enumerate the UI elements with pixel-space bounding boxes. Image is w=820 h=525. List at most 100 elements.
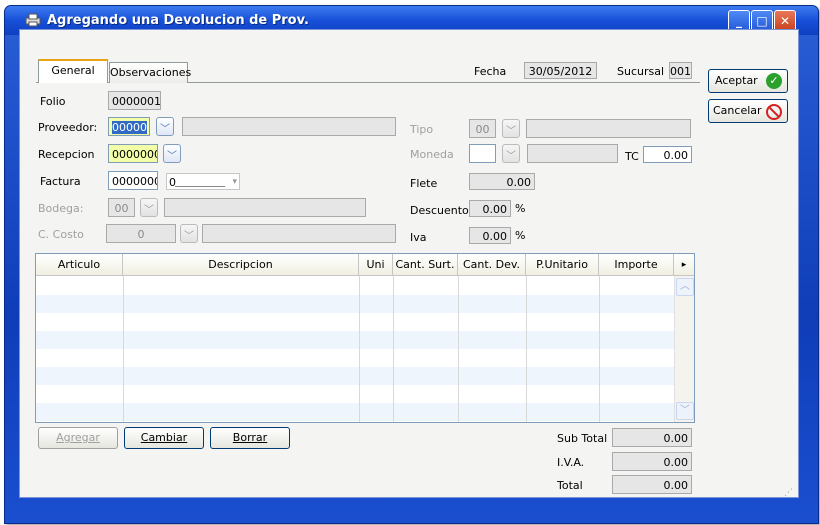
descuento-label: Descuento (410, 204, 469, 217)
moneda-name-field[interactable] (527, 144, 618, 163)
chevron-down-icon: ﹀ (680, 405, 690, 416)
sucursal-label: Sucursal (617, 65, 665, 78)
grid-header-descripcion[interactable]: Descripcion (123, 254, 359, 276)
bodega-label: Bodega: (38, 202, 84, 215)
moneda-label: Moneda (410, 148, 454, 161)
folio-field[interactable]: 0000001 (108, 91, 161, 110)
items-grid[interactable]: Articulo Descripcion Uni Cant. Surt. Can… (35, 253, 695, 423)
moneda-field[interactable] (469, 144, 496, 163)
maximize-icon: □ (756, 14, 768, 28)
chevron-down-icon: ▾ (232, 177, 237, 187)
cambiar-button[interactable]: Cambiar (124, 427, 204, 449)
total-iva-field[interactable]: 0.00 (612, 452, 692, 471)
chevron-up-icon: ︿ (680, 281, 690, 292)
aceptar-button[interactable]: Aceptar ✓ (708, 69, 788, 93)
borrar-button[interactable]: Borrar (210, 427, 290, 449)
scroll-up-button[interactable]: ︿ (676, 278, 694, 296)
table-row[interactable] (36, 313, 674, 331)
cancelar-label: Cancelar (713, 104, 762, 117)
table-row[interactable] (36, 295, 674, 313)
window-title: Agregando una Devolucion de Prov. (47, 13, 309, 28)
iva-percent: % (515, 229, 526, 242)
grid-header-uni[interactable]: Uni (359, 254, 393, 276)
grid-header-articulo[interactable]: Articulo (36, 254, 123, 276)
fecha-field[interactable]: 30/05/2012 (524, 62, 597, 79)
cambiar-label: Cambiar (140, 431, 188, 444)
aceptar-label: Aceptar (715, 74, 758, 87)
tab-general[interactable]: General (38, 59, 108, 83)
minimize-icon: _ (736, 14, 742, 28)
proveedor-name-field[interactable] (182, 117, 396, 136)
combo-underline (175, 186, 225, 187)
fecha-label: Fecha (474, 65, 507, 78)
ccosto-field[interactable]: 0 (106, 224, 176, 243)
bodega-field[interactable]: 00 (108, 198, 135, 217)
agregar-button[interactable]: Agregar (38, 427, 118, 449)
grid-col-divider (359, 276, 360, 422)
grid-col-divider (599, 276, 600, 422)
total-label: Total (557, 479, 583, 492)
tipo-field[interactable]: 00 (469, 119, 496, 138)
table-row[interactable] (36, 349, 674, 367)
iva-field[interactable]: 0.00 (469, 227, 511, 244)
sucursal-field[interactable]: 001 (669, 62, 692, 79)
printer-app-icon (25, 13, 41, 27)
folio-label: Folio (40, 95, 66, 108)
subtotal-field[interactable]: 0.00 (612, 428, 692, 447)
table-row[interactable] (36, 277, 674, 295)
resize-grip-icon[interactable]: ⋰ (784, 488, 793, 498)
descuento-field[interactable]: 0.00 (469, 200, 511, 217)
bodega-lookup-button[interactable]: ﹀ (140, 198, 158, 217)
grid-header-importe[interactable]: Importe (599, 254, 674, 276)
recepcion-lookup-button[interactable]: ﹀ (163, 144, 181, 163)
close-icon: ✕ (779, 14, 791, 28)
grid-header-cant-dev[interactable]: Cant. Dev. (458, 254, 526, 276)
table-row[interactable] (36, 403, 674, 421)
table-row[interactable] (36, 385, 674, 403)
proveedor-lookup-button[interactable]: ﹀ (156, 117, 174, 136)
ccosto-lookup-button[interactable]: ﹀ (180, 224, 198, 243)
flete-field[interactable]: 0.00 (469, 173, 535, 190)
tc-field[interactable]: 0.00 (643, 146, 692, 163)
grid-header-more[interactable]: ▸ (674, 254, 694, 276)
grid-header-cant-surt[interactable]: Cant. Surt. (393, 254, 458, 276)
agregar-label: Agregar (56, 431, 100, 444)
chevron-down-icon: ﹀ (506, 126, 516, 137)
check-icon: ✓ (766, 73, 782, 89)
tipo-lookup-button[interactable]: ﹀ (502, 119, 520, 138)
scroll-down-button[interactable]: ﹀ (676, 402, 694, 420)
chevron-down-icon: ﹀ (167, 151, 177, 162)
no-entry-icon (766, 104, 782, 120)
chevron-down-icon: ﹀ (506, 151, 516, 162)
proveedor-label: Proveedor: (38, 121, 98, 134)
chevron-down-icon: ﹀ (160, 124, 170, 135)
tc-label: TC (625, 150, 639, 163)
factura-combo-value: 0 (169, 176, 176, 189)
moneda-lookup-button[interactable]: ﹀ (502, 144, 520, 163)
grid-col-divider (393, 276, 394, 422)
chevron-down-icon: ﹀ (144, 205, 154, 216)
table-row[interactable] (36, 367, 674, 385)
total-field[interactable]: 0.00 (612, 475, 692, 494)
recepcion-field[interactable]: 0000000 (108, 144, 158, 163)
iva-label: Iva (410, 231, 427, 244)
table-row[interactable] (36, 331, 674, 349)
tipo-name-field[interactable] (526, 119, 691, 138)
bodega-name-field[interactable] (164, 198, 366, 217)
cancelar-button[interactable]: Cancelar (708, 99, 788, 123)
tab-observaciones[interactable]: Observaciones (109, 62, 191, 83)
factura-label: Factura (40, 175, 81, 188)
subtotal-label: Sub Total (557, 432, 608, 445)
tipo-label: Tipo (410, 123, 434, 136)
grid-header-p-unitario[interactable]: P.Unitario (526, 254, 599, 276)
factura-combo[interactable]: 0 ▾ (166, 173, 240, 190)
total-iva-label: I.V.A. (557, 456, 585, 469)
ccosto-label: C. Costo (38, 228, 84, 241)
flete-label: Flete (410, 177, 438, 190)
proveedor-field[interactable]: 00000 (108, 117, 150, 136)
descuento-percent: % (515, 202, 526, 215)
grid-vertical-scrollbar[interactable]: ︿ ﹀ (674, 276, 694, 422)
ccosto-name-field[interactable] (202, 224, 396, 243)
tab-general-label: General (51, 64, 95, 77)
factura-field[interactable]: 0000000 (108, 171, 158, 190)
